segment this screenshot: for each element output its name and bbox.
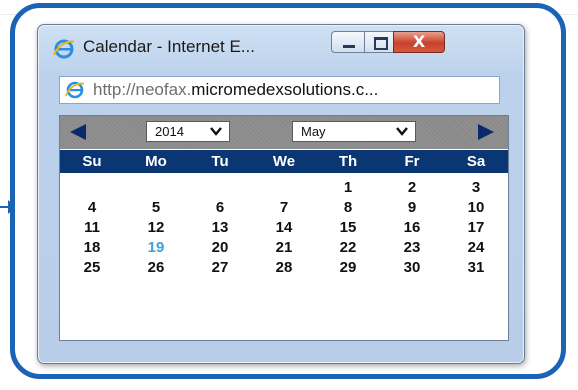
- day-cell[interactable]: 28: [252, 258, 316, 278]
- weekday-mo: Mo: [145, 153, 167, 170]
- day-cell: [252, 178, 316, 198]
- day-cell[interactable]: 16: [380, 218, 444, 238]
- weekday-su: Su: [82, 153, 102, 170]
- day-cell[interactable]: 30: [380, 258, 444, 278]
- day-cell[interactable]: 13: [188, 218, 252, 238]
- day-cell[interactable]: 11: [60, 218, 124, 238]
- chevron-down-icon: [210, 127, 222, 136]
- day-cell: [124, 178, 188, 198]
- weekday-sa: Sa: [466, 153, 486, 170]
- day-cell[interactable]: 22: [316, 238, 380, 258]
- year-select[interactable]: 2014: [146, 121, 230, 142]
- day-cell[interactable]: 12: [124, 218, 188, 238]
- url-domain: micromedexsolutions.c...: [191, 80, 379, 99]
- weekday-fr: Fr: [404, 153, 420, 170]
- day-cell[interactable]: 25: [60, 258, 124, 278]
- day-cell[interactable]: 27: [188, 258, 252, 278]
- calendar-nav-bar: 2014 May: [60, 116, 508, 149]
- month-value: May: [301, 124, 326, 139]
- url-text: http://neofax.micromedexsolutions.c...: [93, 80, 378, 100]
- day-cell-today[interactable]: 19: [124, 238, 188, 258]
- minimize-icon: [343, 45, 355, 48]
- day-cell[interactable]: 2: [380, 178, 444, 198]
- day-cell[interactable]: 24: [444, 238, 508, 258]
- day-cell[interactable]: 3: [444, 178, 508, 198]
- popup-window: Calendar - Internet E... X http://neofax…: [37, 24, 525, 364]
- day-cell: [60, 178, 124, 198]
- day-cell[interactable]: 23: [380, 238, 444, 258]
- chevron-down-icon: [396, 127, 408, 136]
- day-cell[interactable]: 8: [316, 198, 380, 218]
- maximize-icon: [374, 37, 388, 50]
- day-cell[interactable]: 4: [60, 198, 124, 218]
- weekday-th: Th: [338, 153, 358, 170]
- day-cell[interactable]: 7: [252, 198, 316, 218]
- day-cell[interactable]: 20: [188, 238, 252, 258]
- day-cell[interactable]: 17: [444, 218, 508, 238]
- internet-explorer-icon: [53, 39, 75, 59]
- url-prefix: http://neofax.: [93, 80, 192, 99]
- day-cell[interactable]: 14: [252, 218, 316, 238]
- weekday-tu: Tu: [211, 153, 229, 170]
- day-cell[interactable]: 15: [316, 218, 380, 238]
- day-cell[interactable]: 1: [316, 178, 380, 198]
- day-cell[interactable]: 31: [444, 258, 508, 278]
- day-cell[interactable]: 10: [444, 198, 508, 218]
- year-value: 2014: [155, 124, 184, 139]
- day-cell[interactable]: 6: [188, 198, 252, 218]
- day-cell[interactable]: 29: [316, 258, 380, 278]
- day-cell[interactable]: 18: [60, 238, 124, 258]
- day-grid: 1 2 3 4 5 6 7 8 9 10 11 12 13 14 15 16 1…: [60, 178, 508, 278]
- calendar: 2014 May Su Mo Tu We Th Fr Sa 1 2 3 4 5 …: [59, 115, 509, 341]
- minimize-button[interactable]: [331, 31, 365, 53]
- day-cell[interactable]: 21: [252, 238, 316, 258]
- ie-page-icon: [65, 81, 85, 99]
- day-cell[interactable]: 26: [124, 258, 188, 278]
- day-cell: [188, 178, 252, 198]
- weekday-header: Su Mo Tu We Th Fr Sa: [60, 150, 508, 173]
- address-bar[interactable]: http://neofax.micromedexsolutions.c...: [59, 76, 500, 104]
- right-arrow-icon[interactable]: [478, 124, 494, 140]
- day-cell[interactable]: 5: [124, 198, 188, 218]
- left-arrow-icon[interactable]: [70, 124, 86, 140]
- day-cell[interactable]: 9: [380, 198, 444, 218]
- maximize-button[interactable]: [364, 31, 394, 53]
- window-title: Calendar - Internet E...: [83, 37, 255, 56]
- month-select[interactable]: May: [292, 121, 416, 142]
- close-button[interactable]: X: [393, 31, 445, 53]
- weekday-we: We: [272, 153, 296, 170]
- close-icon: X: [412, 32, 426, 51]
